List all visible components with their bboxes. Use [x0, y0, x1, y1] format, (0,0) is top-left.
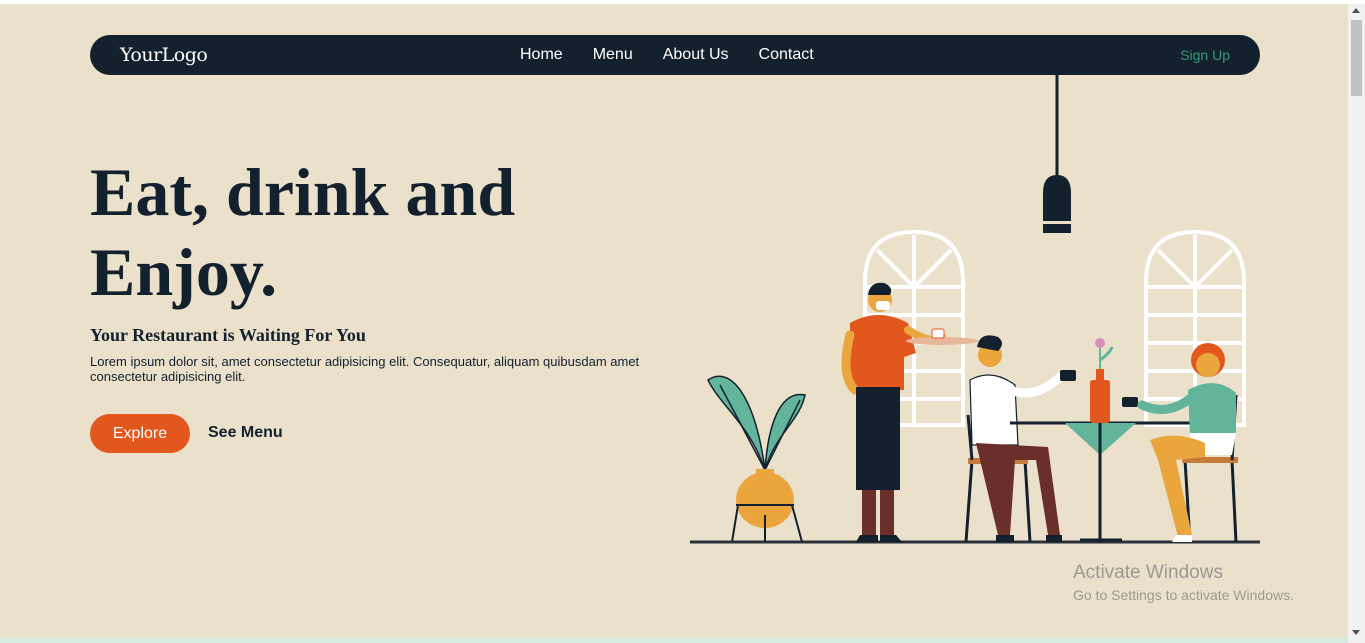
hero-subtitle: Your Restaurant is Waiting For You: [90, 325, 366, 345]
activate-windows-watermark: Activate Windows Go to Settings to activ…: [1073, 562, 1294, 603]
hero-title-line1: Eat, drink and: [90, 154, 516, 230]
nav-link-about-us[interactable]: About Us: [663, 46, 729, 64]
scrollbar-thumb[interactable]: [1351, 20, 1362, 96]
see-menu-button[interactable]: See Menu: [208, 424, 283, 442]
navbar: YourLogo Home Menu About Us Contact Sign…: [90, 35, 1260, 75]
hero-title: Eat, drink and Enjoy.: [90, 152, 650, 312]
nav-link-home[interactable]: Home: [520, 46, 563, 64]
restaurant-scene-illustration: [690, 75, 1260, 544]
pendant-lamp: [1043, 75, 1071, 233]
chevron-up-icon[interactable]: [1352, 8, 1360, 13]
nav-links: Home Menu About Us Contact: [520, 46, 814, 64]
nav-link-menu[interactable]: Menu: [593, 46, 633, 64]
logo[interactable]: YourLogo: [120, 44, 208, 66]
seated-man-figure: [964, 335, 1076, 543]
explore-button[interactable]: Explore: [90, 414, 190, 453]
potted-plant: [707, 375, 806, 543]
window-bottom-edge: [0, 638, 1348, 643]
watermark-title: Activate Windows: [1073, 562, 1223, 583]
chevron-down-icon[interactable]: [1352, 630, 1360, 635]
watermark-subtitle: Go to Settings to activate Windows.: [1073, 587, 1294, 603]
hero-description: Lorem ipsum dolor sit, amet consectetur …: [90, 354, 640, 384]
hero-title-line2: Enjoy.: [90, 234, 278, 310]
vertical-scrollbar[interactable]: [1348, 4, 1365, 643]
sign-up-link[interactable]: Sign Up: [1180, 47, 1230, 63]
nav-link-contact[interactable]: Contact: [759, 46, 814, 64]
